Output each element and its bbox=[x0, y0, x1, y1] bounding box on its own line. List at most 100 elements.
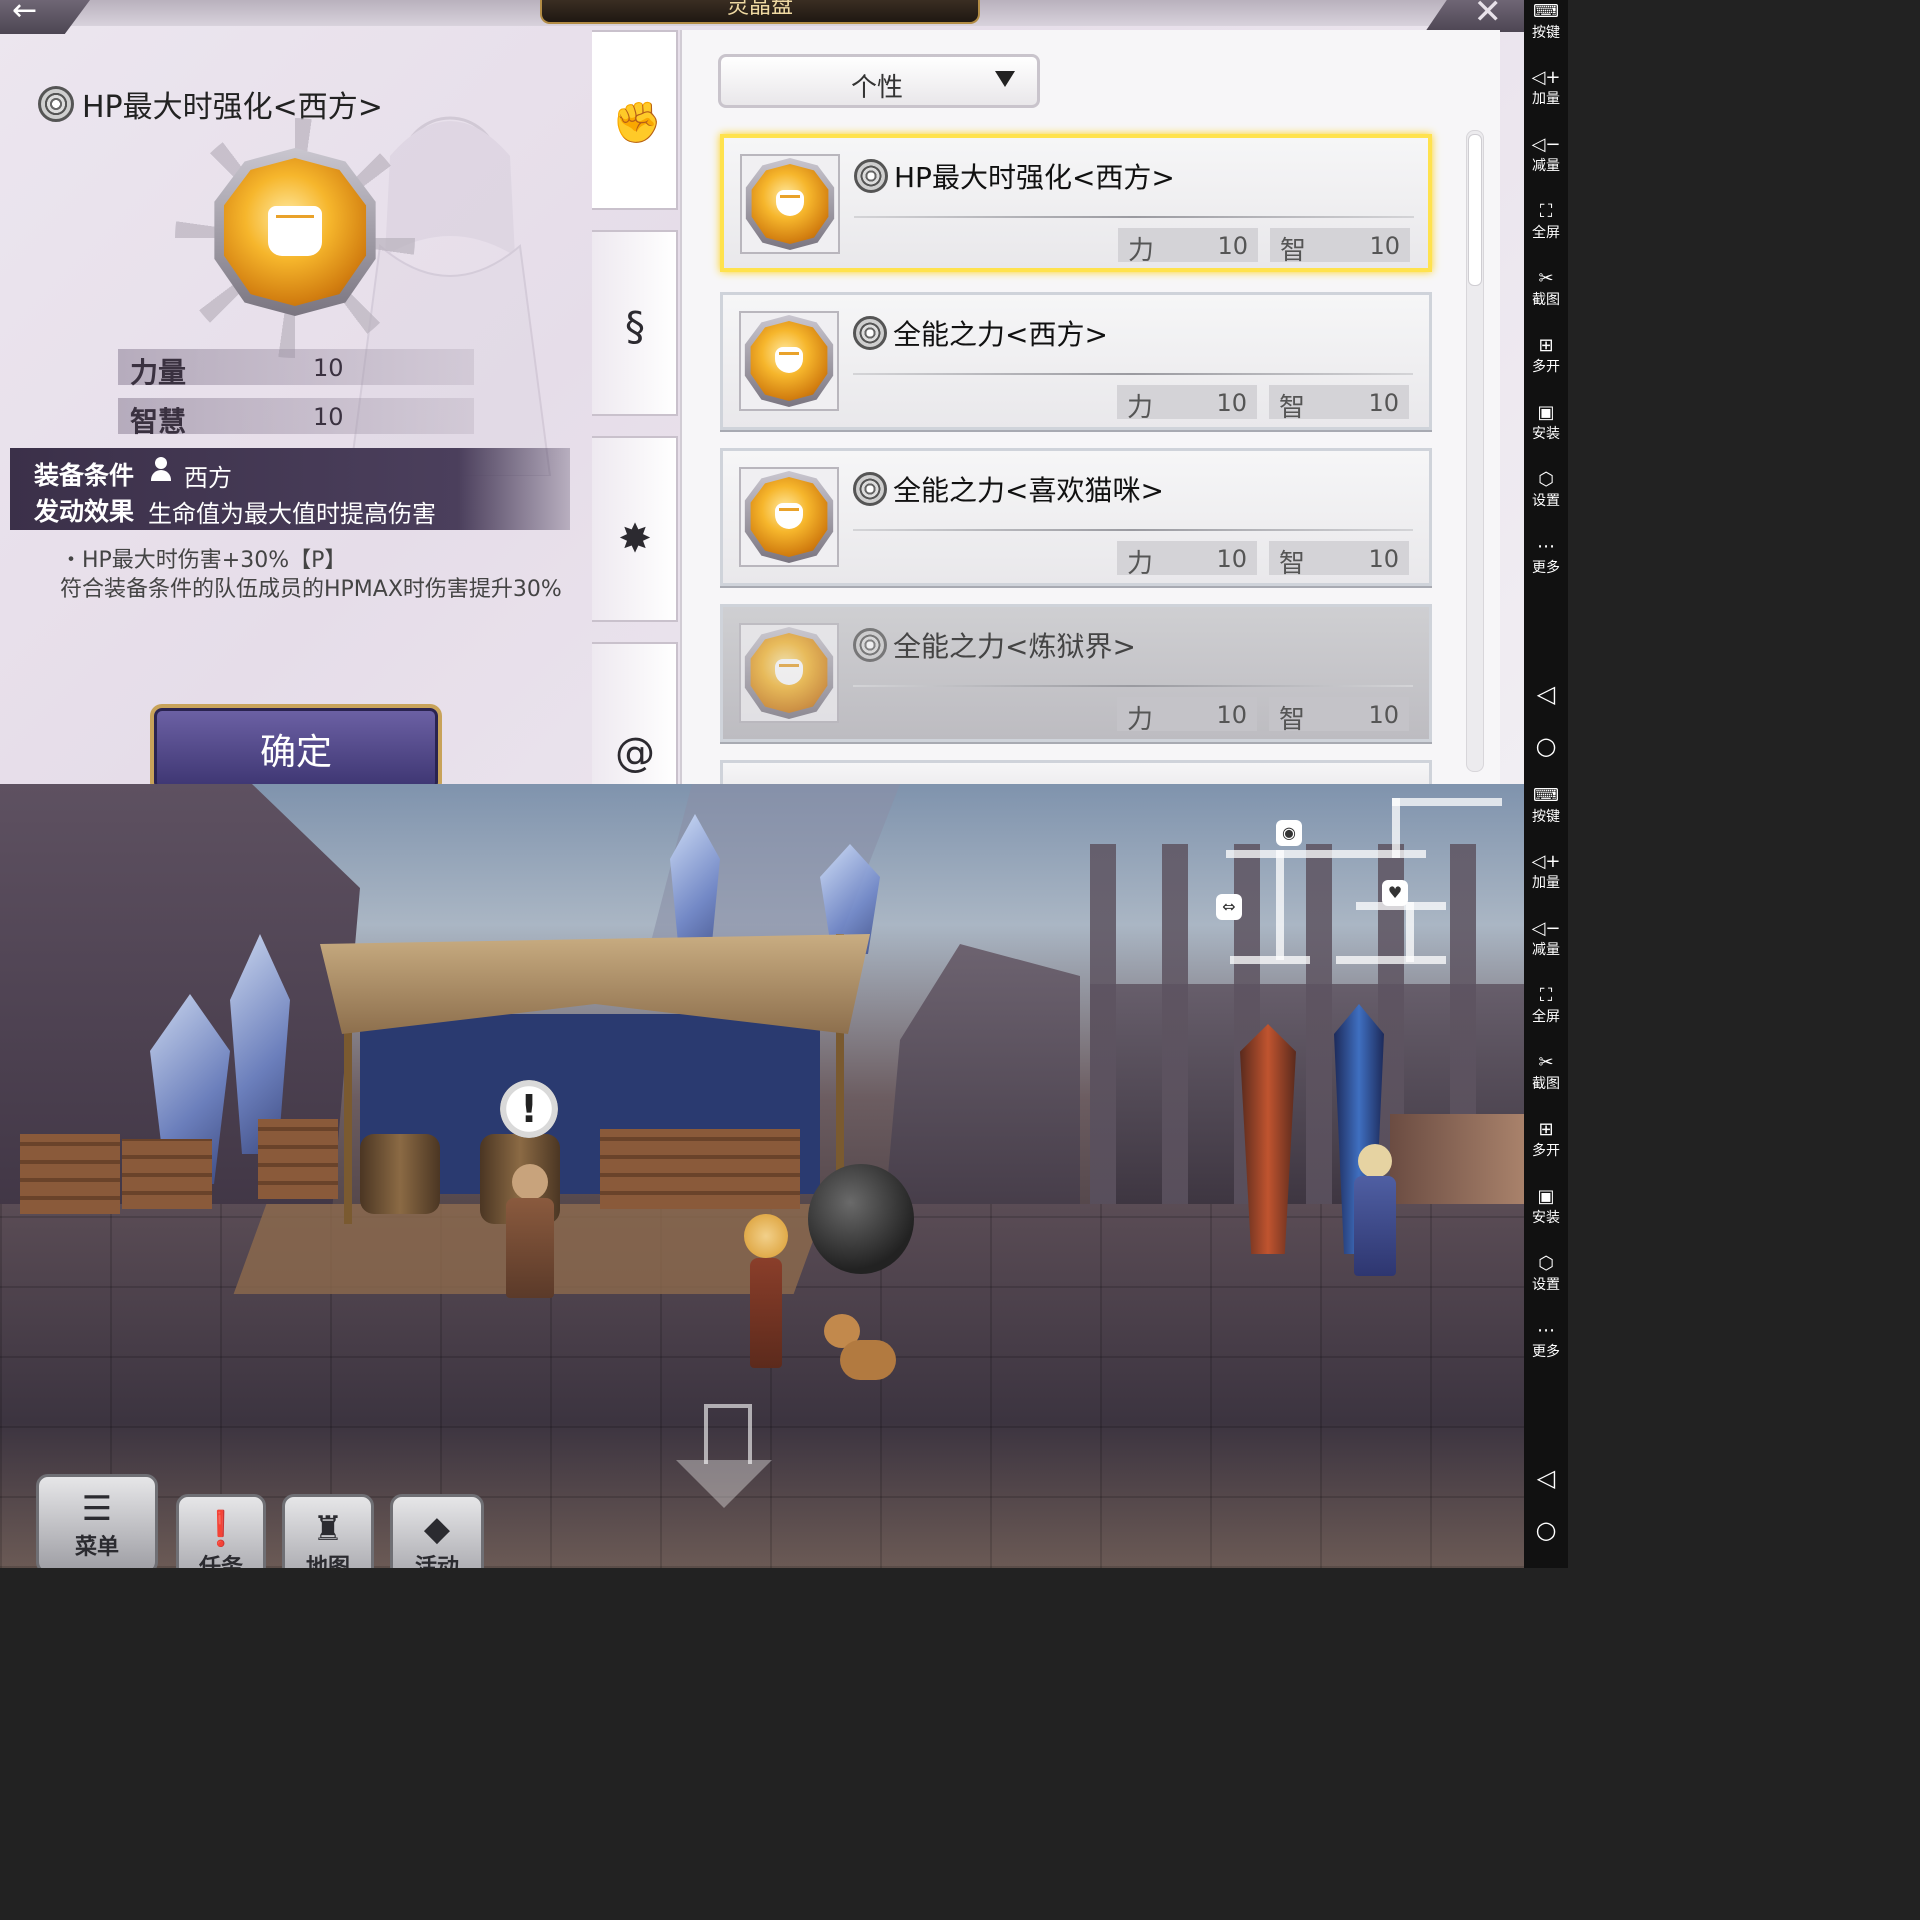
condition-label: 装备条件 bbox=[34, 461, 135, 490]
sidebar-item-multi[interactable]: ⊞ 多开 bbox=[1524, 334, 1568, 376]
back-arrow-icon: ← bbox=[12, 0, 38, 28]
sidebar-item-screenshot[interactable]: ✂ 截图 bbox=[1524, 1051, 1568, 1093]
person-icon bbox=[150, 457, 172, 481]
merchant-npc[interactable] bbox=[500, 1164, 560, 1304]
filter-value: 个性 bbox=[851, 73, 904, 103]
sidebar-item-label: 按键 bbox=[1532, 25, 1560, 41]
stat-value: 10 bbox=[1216, 701, 1247, 729]
close-icon: ✕ bbox=[1473, 0, 1503, 32]
back-triangle-icon[interactable]: ◁ bbox=[1524, 1464, 1568, 1492]
heart-icon: ♥ bbox=[1382, 880, 1408, 906]
menu-button[interactable]: ☰ 菜单 bbox=[36, 1474, 158, 1568]
stat-value: 10 bbox=[1216, 545, 1247, 573]
tab-swirl[interactable]: § bbox=[592, 230, 678, 416]
sidebar-item-fullscreen[interactable]: ⛶ 全屏 bbox=[1524, 200, 1568, 242]
sidebar-item-fullscreen[interactable]: ⛶ 全屏 bbox=[1524, 984, 1568, 1026]
card-stat-wisdom: 智 10 bbox=[1269, 697, 1409, 735]
quest-marker[interactable]: ! bbox=[500, 1080, 558, 1138]
crystal-card[interactable]: 全能之力<喜欢猫咪> 力 10 智 10 bbox=[720, 448, 1432, 586]
sidebar-item-install[interactable]: ▣ 安装 bbox=[1524, 1185, 1568, 1227]
tab-wind[interactable]: @ bbox=[592, 642, 678, 784]
sidebar-item-volume-down[interactable]: ◁− 减量 bbox=[1524, 133, 1568, 175]
card-stat-strength: 力 10 bbox=[1117, 697, 1257, 735]
card-title-row: 全能之力<炼狱界> bbox=[853, 625, 1136, 665]
menu-button-label: 活动 bbox=[414, 1555, 459, 1568]
sidebar-item-screenshot[interactable]: ✂ 截图 bbox=[1524, 267, 1568, 309]
filter-dropdown[interactable]: 个性 bbox=[718, 54, 1040, 108]
sidebar-item-more[interactable]: ⋯ 更多 bbox=[1524, 535, 1568, 577]
map-button[interactable]: ♜ 地图 bbox=[282, 1494, 374, 1568]
exit-icon: ⇔ bbox=[1216, 894, 1242, 920]
detail-title: HP最大时强化<西方> bbox=[82, 90, 383, 125]
villager-npc[interactable] bbox=[1350, 1144, 1400, 1284]
crystal-card[interactable]: 全能之力<炼狱界> 力 10 智 10 bbox=[720, 604, 1432, 742]
game-scene[interactable]: ! ◉ ⇔ ♥ ☰ 菜单 ❗ 任务 ♜ 地图 ◆ 活动 bbox=[0, 784, 1524, 1568]
sidebar-item-volume-up[interactable]: ◁+ 加量 bbox=[1524, 850, 1568, 892]
confirm-button[interactable]: 确定 bbox=[150, 704, 442, 784]
sidebar-item-label: 加量 bbox=[1532, 91, 1560, 107]
player-location-icon: ◉ bbox=[1276, 820, 1302, 846]
event-button[interactable]: ◆ 活动 bbox=[390, 1494, 484, 1568]
fist-icon: ✊ bbox=[612, 100, 662, 146]
more-icon: ⋯ bbox=[1537, 536, 1555, 557]
effect-value: 生命值为最大值时提高伤害 bbox=[148, 500, 436, 528]
multi-window-icon: ⊞ bbox=[1538, 1119, 1554, 1140]
tab-star[interactable]: ✸ bbox=[592, 436, 678, 622]
sidebar-item-label: 减量 bbox=[1532, 942, 1560, 958]
divider bbox=[853, 373, 1413, 375]
stat-label: 智 bbox=[1279, 705, 1306, 735]
sidebar-item-label: 设置 bbox=[1532, 493, 1560, 509]
effect-label: 发动效果 bbox=[34, 497, 135, 526]
crystal-card-partial[interactable] bbox=[720, 760, 1432, 784]
home-circle-icon[interactable]: ○ bbox=[1524, 1516, 1568, 1544]
stat-label: 力 bbox=[1127, 549, 1154, 579]
condition-value: 西方 bbox=[184, 464, 232, 492]
card-title: HP最大时强化<西方> bbox=[894, 161, 1175, 194]
sidebar-item-keys[interactable]: ⌨ 按键 bbox=[1524, 784, 1568, 826]
minimap[interactable]: ◉ ⇔ ♥ bbox=[1216, 798, 1516, 978]
sidebar-item-install[interactable]: ▣ 安装 bbox=[1524, 401, 1568, 443]
player-character[interactable] bbox=[736, 1214, 796, 1384]
card-title: 全能之力<炼狱界> bbox=[893, 630, 1136, 663]
condition-box: 装备条件 西方 发动效果 生命值为最大值时提高伤害 bbox=[10, 448, 570, 530]
crate bbox=[258, 1119, 338, 1199]
page-title: 灵晶盘 bbox=[540, 0, 980, 24]
sidebar-item-keys[interactable]: ⌨ 按键 bbox=[1524, 0, 1568, 42]
divider bbox=[853, 685, 1413, 687]
crystal-gem-icon bbox=[195, 132, 395, 332]
sidebar-item-label: 截图 bbox=[1532, 292, 1560, 308]
exit-arrow-icon[interactable] bbox=[676, 1404, 772, 1514]
apk-install-icon: ▣ bbox=[1537, 402, 1555, 423]
sidebar-item-volume-down[interactable]: ◁− 减量 bbox=[1524, 917, 1568, 959]
scrollbar-thumb[interactable] bbox=[1468, 134, 1482, 286]
menu-button-label: 菜单 bbox=[74, 1535, 119, 1560]
scissors-icon: ✂ bbox=[1538, 268, 1554, 289]
stat-row-strength: 力量 10 bbox=[118, 349, 474, 389]
quest-button[interactable]: ❗ 任务 bbox=[176, 1494, 266, 1568]
cat-companion[interactable] bbox=[820, 1314, 900, 1384]
scroll-icon: ☰ bbox=[81, 1489, 113, 1529]
sidebar-item-volume-up[interactable]: ◁+ 加量 bbox=[1524, 66, 1568, 108]
rune-icon bbox=[853, 472, 887, 506]
more-icon: ⋯ bbox=[1537, 1320, 1555, 1341]
crystal-gem-icon bbox=[740, 154, 840, 254]
back-triangle-icon[interactable]: ◁ bbox=[1524, 680, 1568, 708]
sidebar-item-settings[interactable]: ⬡ 设置 bbox=[1524, 1252, 1568, 1294]
sidebar-item-label: 更多 bbox=[1532, 560, 1560, 576]
card-stat-wisdom: 智 10 bbox=[1270, 228, 1410, 266]
crystal-card[interactable]: 全能之力<西方> 力 10 智 10 bbox=[720, 292, 1432, 430]
crystal-card[interactable]: HP最大时强化<西方> 力 10 智 10 bbox=[720, 134, 1432, 272]
stat-value: 10 bbox=[1217, 232, 1248, 260]
category-tabs: ✊ § ✸ @ bbox=[592, 30, 680, 784]
settings-icon: ⬡ bbox=[1538, 1253, 1554, 1274]
star-burst-icon: ✸ bbox=[618, 516, 652, 562]
stat-label: 智 bbox=[1279, 393, 1306, 423]
keyboard-icon: ⌨ bbox=[1533, 1, 1559, 22]
tab-fist[interactable]: ✊ bbox=[592, 30, 678, 210]
sidebar-item-multi[interactable]: ⊞ 多开 bbox=[1524, 1118, 1568, 1160]
rune-icon bbox=[854, 159, 888, 193]
emulator-sidebar-top: ⌨ 按键 ◁+ 加量 ◁− 减量 ⛶ 全屏 ✂ 截图 ⊞ 多开 ▣ 安装 ⬡ 设置 ⋯ 更多 ◁ … bbox=[1524, 0, 1568, 784]
home-circle-icon[interactable]: ○ bbox=[1524, 732, 1568, 760]
sidebar-item-more[interactable]: ⋯ 更多 bbox=[1524, 1319, 1568, 1361]
sidebar-item-settings[interactable]: ⬡ 设置 bbox=[1524, 468, 1568, 510]
